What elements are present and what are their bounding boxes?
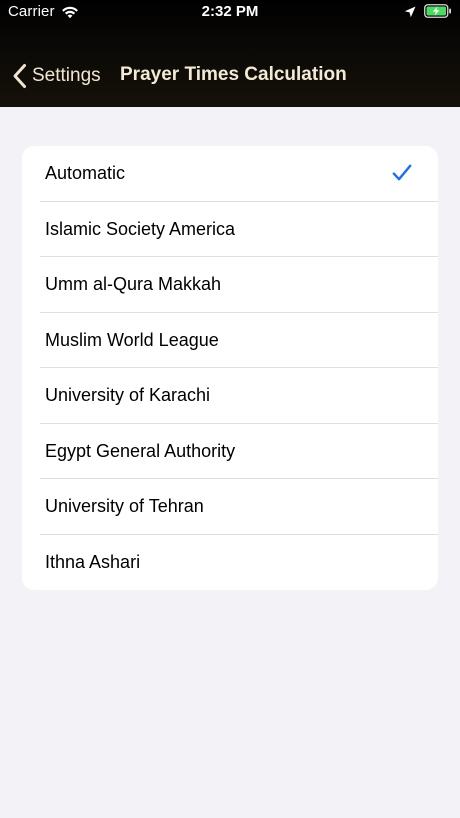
method-row-egypt-general-authority[interactable]: Egypt General Authority [22,424,438,480]
back-button-label: Settings [32,65,101,86]
method-label: Ithna Ashari [45,551,141,572]
battery-charging-icon [424,4,452,18]
method-row-university-of-tehran[interactable]: University of Tehran [22,479,438,535]
navigation-bar: Settings Prayer Times Calculation [0,50,460,102]
checkmark-icon [392,164,412,182]
method-label: Automatic [45,163,126,184]
method-row-automatic[interactable]: Automatic [22,146,438,202]
method-row-islamic-society-america[interactable]: Islamic Society America [22,202,438,258]
back-button[interactable]: Settings [12,62,101,90]
method-row-umm-al-qura-makkah[interactable]: Umm al-Qura Makkah [22,257,438,313]
status-right-group [404,4,452,18]
method-label: University of Karachi [45,385,211,406]
location-icon [404,5,416,18]
method-label: University of Tehran [45,496,204,517]
chevron-left-icon [12,63,28,89]
status-bar: Carrier 2:32 PM [0,0,460,24]
method-label: Islamic Society America [45,218,236,239]
method-label: Umm al-Qura Makkah [45,274,222,295]
method-label: Muslim World League [45,329,219,350]
method-row-muslim-world-league[interactable]: Muslim World League [22,313,438,369]
header: Carrier 2:32 PM Settings Prayer Times Ca… [0,0,460,107]
method-row-university-of-karachi[interactable]: University of Karachi [22,368,438,424]
page-title: Prayer Times Calculation [120,64,347,85]
status-time: 2:32 PM [201,3,259,20]
method-label: Egypt General Authority [45,440,236,461]
calculation-method-list: Automatic Islamic Society America Umm al… [22,146,438,590]
method-row-ithna-ashari[interactable]: Ithna Ashari [22,535,438,591]
